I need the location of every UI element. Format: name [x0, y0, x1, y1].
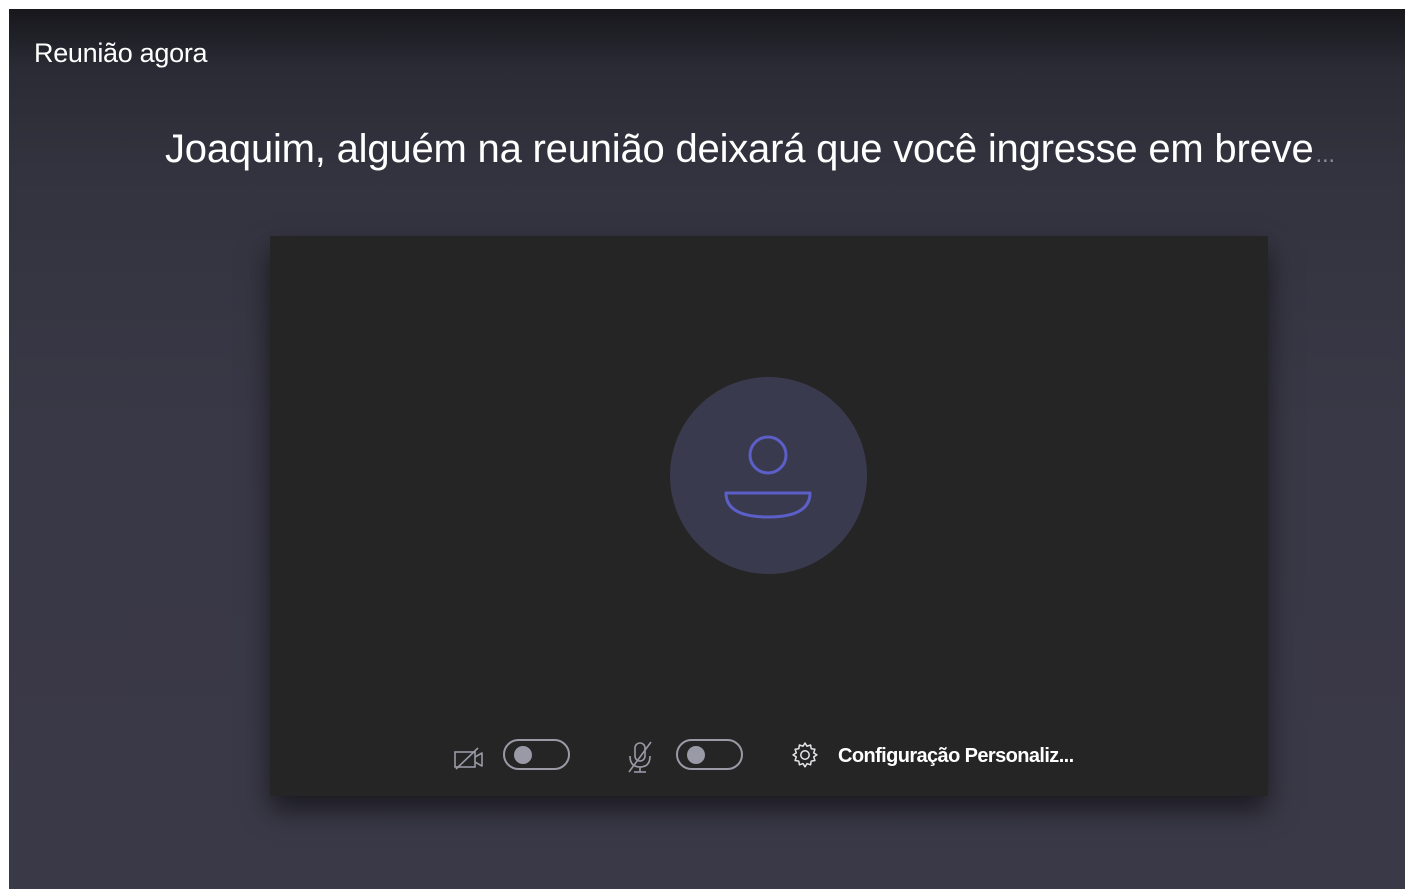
camera-off-icon [454, 747, 483, 770]
camera-toggle-knob [514, 746, 532, 764]
avatar [670, 377, 867, 574]
person-icon [724, 435, 812, 519]
gear-icon[interactable] [790, 740, 820, 770]
mic-off-icon [628, 741, 652, 773]
mic-toggle[interactable] [676, 739, 743, 770]
device-settings-button[interactable]: Configuração Personaliz... [838, 745, 1074, 768]
mic-toggle-knob [687, 746, 705, 764]
loading-ellipsis: ... [1315, 141, 1335, 168]
lobby-wait-text: Joaquim, alguém na reunião deixará que v… [165, 127, 1314, 171]
video-preview: Configuração Personaliz... [270, 236, 1268, 796]
device-controls: Configuração Personaliz... [270, 731, 1268, 783]
meeting-lobby-window: Reunião agora Joaquim, alguém na reunião… [9, 9, 1405, 889]
lobby-wait-message: Joaquim, alguém na reunião deixará que v… [165, 127, 1335, 172]
meeting-title: Reunião agora [34, 38, 208, 68]
camera-toggle[interactable] [503, 739, 570, 770]
